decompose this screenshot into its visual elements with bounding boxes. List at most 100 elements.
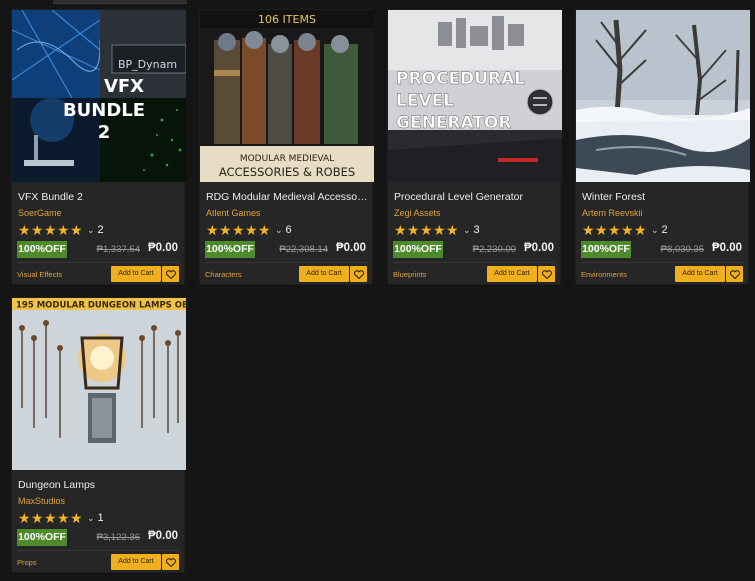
rating[interactable]: ★ ★ ★ ★ ★ ⌄ 3 — [394, 223, 480, 237]
rating[interactable]: ★ ★ ★ ★ ★ ⌄ 2 — [582, 223, 668, 237]
divider — [581, 262, 743, 263]
wishlist-button[interactable] — [350, 266, 367, 282]
star-icon: ★ — [31, 222, 44, 238]
star-icon: ★ — [407, 222, 420, 238]
discount-badge: 100%OFF — [581, 241, 631, 258]
chevron-down-icon[interactable]: ⌄ — [87, 513, 95, 524]
add-to-cart-button[interactable]: Add to Cart — [111, 266, 161, 282]
star-icon: ★ — [420, 222, 433, 238]
thumb-text-dungeon: 195 MODULAR DUNGEON LAMPS OBJECTS — [16, 301, 186, 311]
wishlist-button[interactable] — [726, 266, 743, 282]
rating-count: 2 — [661, 224, 668, 236]
divider — [393, 262, 555, 263]
thumb-text-bp: BP_Dynam — [118, 58, 177, 71]
product-card[interactable]: 195 MODULAR DUNGEON LAMPS OBJECTS Dungeo… — [11, 297, 186, 573]
product-title[interactable]: VFX Bundle 2 — [18, 191, 180, 203]
original-price: ₱2,230.00 — [472, 244, 516, 255]
rating-count: 3 — [473, 224, 480, 236]
search-bar-edge — [53, 0, 187, 4]
add-to-cart-button[interactable]: Add to Cart — [675, 266, 725, 282]
category-link[interactable]: Visual Effects — [17, 270, 62, 279]
thumb-text-level: LEVEL — [396, 91, 454, 111]
thumb-text-items: 106 ITEMS — [258, 13, 316, 26]
star-icon: ★ — [31, 510, 44, 526]
product-card[interactable]: 106 ITEMS MODULAR MEDIEVAL ACCESSORIES &… — [199, 9, 374, 285]
category-link[interactable]: Blueprints — [393, 270, 426, 279]
chevron-down-icon[interactable]: ⌄ — [275, 225, 283, 236]
rating[interactable]: ★ ★ ★ ★ ★ ⌄ 1 — [18, 511, 104, 525]
product-card[interactable]: PROCEDURAL LEVEL GENERATOR Procedural Le… — [387, 9, 562, 285]
chevron-down-icon[interactable]: ⌄ — [463, 225, 471, 236]
thumb-text-number: 2 — [98, 122, 111, 143]
current-price: ₱0.00 — [147, 242, 178, 254]
product-title[interactable]: Winter Forest — [582, 191, 744, 203]
star-icon: ★ — [595, 222, 608, 238]
star-icon: ★ — [394, 222, 407, 238]
discount-badge: 100%OFF — [17, 529, 67, 546]
star-icon: ★ — [232, 222, 245, 238]
star-icon: ★ — [18, 510, 31, 526]
category-link[interactable]: Props — [17, 558, 37, 567]
star-rating: ★ ★ ★ ★ ★ — [582, 223, 647, 237]
add-to-cart-button[interactable]: Add to Cart — [111, 554, 161, 570]
star-rating: ★ ★ ★ ★ ★ — [206, 223, 271, 237]
star-icon: ★ — [245, 222, 258, 238]
category-link[interactable]: Environments — [581, 270, 627, 279]
product-thumbnail[interactable]: 195 MODULAR DUNGEON LAMPS OBJECTS — [12, 298, 186, 470]
product-thumbnail[interactable]: VFX BUNDLE 2 BP_Dynam — [12, 10, 186, 182]
star-icon: ★ — [206, 222, 219, 238]
wishlist-button[interactable] — [162, 266, 179, 282]
thumb-text-accessories: ACCESSORIES & ROBES — [219, 165, 355, 179]
seller-link[interactable]: Atlent Games — [206, 208, 261, 219]
current-price: ₱0.00 — [711, 242, 742, 254]
add-to-cart-button[interactable]: Add to Cart — [299, 266, 349, 282]
chevron-down-icon[interactable]: ⌄ — [651, 225, 659, 236]
product-thumbnail[interactable] — [576, 10, 750, 182]
star-icon: ★ — [57, 510, 70, 526]
discount-badge: 100%OFF — [17, 241, 67, 258]
add-to-cart-button[interactable]: Add to Cart — [487, 266, 537, 282]
thumb-text-bundle: BUNDLE — [63, 100, 145, 121]
star-rating: ★ ★ ★ ★ ★ — [394, 223, 459, 237]
original-price: ₱3,122.36 — [96, 532, 140, 543]
star-icon: ★ — [582, 222, 595, 238]
star-rating: ★ ★ ★ ★ ★ — [18, 511, 83, 525]
thumb-text-vfx: VFX — [104, 76, 144, 97]
star-icon: ★ — [446, 222, 459, 238]
seller-link[interactable]: Artem Reevskii — [582, 208, 643, 219]
heart-icon — [353, 269, 364, 279]
product-thumbnail[interactable]: 106 ITEMS MODULAR MEDIEVAL ACCESSORIES &… — [200, 10, 374, 182]
star-icon: ★ — [433, 222, 446, 238]
product-card[interactable]: VFX BUNDLE 2 BP_Dynam VFX Bundle 2 SoerG… — [11, 9, 186, 285]
rating-count: 2 — [97, 224, 104, 236]
product-thumbnail[interactable]: PROCEDURAL LEVEL GENERATOR — [388, 10, 562, 182]
rating[interactable]: ★ ★ ★ ★ ★ ⌄ 2 — [18, 223, 104, 237]
star-icon: ★ — [608, 222, 621, 238]
current-price: ₱0.00 — [147, 530, 178, 542]
rating-count: 6 — [285, 224, 292, 236]
star-icon: ★ — [18, 222, 31, 238]
original-price: ₱22,308.14 — [279, 244, 328, 255]
product-title[interactable]: RDG Modular Medieval Accessori... — [206, 191, 368, 203]
seller-link[interactable]: SoerGame — [18, 208, 62, 219]
product-card[interactable]: Winter Forest Artem Reevskii ★ ★ ★ ★ ★ ⌄… — [575, 9, 750, 285]
heart-icon — [165, 269, 176, 279]
product-title[interactable]: Dungeon Lamps — [18, 479, 180, 491]
divider — [17, 262, 179, 263]
rating[interactable]: ★ ★ ★ ★ ★ ⌄ 6 — [206, 223, 292, 237]
wishlist-button[interactable] — [162, 554, 179, 570]
product-title[interactable]: Procedural Level Generator — [394, 191, 556, 203]
current-price: ₱0.00 — [523, 242, 554, 254]
discount-badge: 100%OFF — [393, 241, 443, 258]
category-link[interactable]: Characters — [205, 270, 242, 279]
chevron-down-icon[interactable]: ⌄ — [87, 225, 95, 236]
star-icon: ★ — [258, 222, 271, 238]
star-icon: ★ — [70, 510, 83, 526]
star-rating: ★ ★ ★ ★ ★ — [18, 223, 83, 237]
thumb-text-procedural: PROCEDURAL — [396, 69, 525, 89]
wishlist-button[interactable] — [538, 266, 555, 282]
seller-link[interactable]: Zegi Assets — [394, 208, 441, 219]
rating-count: 1 — [97, 512, 104, 524]
seller-link[interactable]: MaxStudios — [18, 496, 65, 507]
star-icon: ★ — [219, 222, 232, 238]
